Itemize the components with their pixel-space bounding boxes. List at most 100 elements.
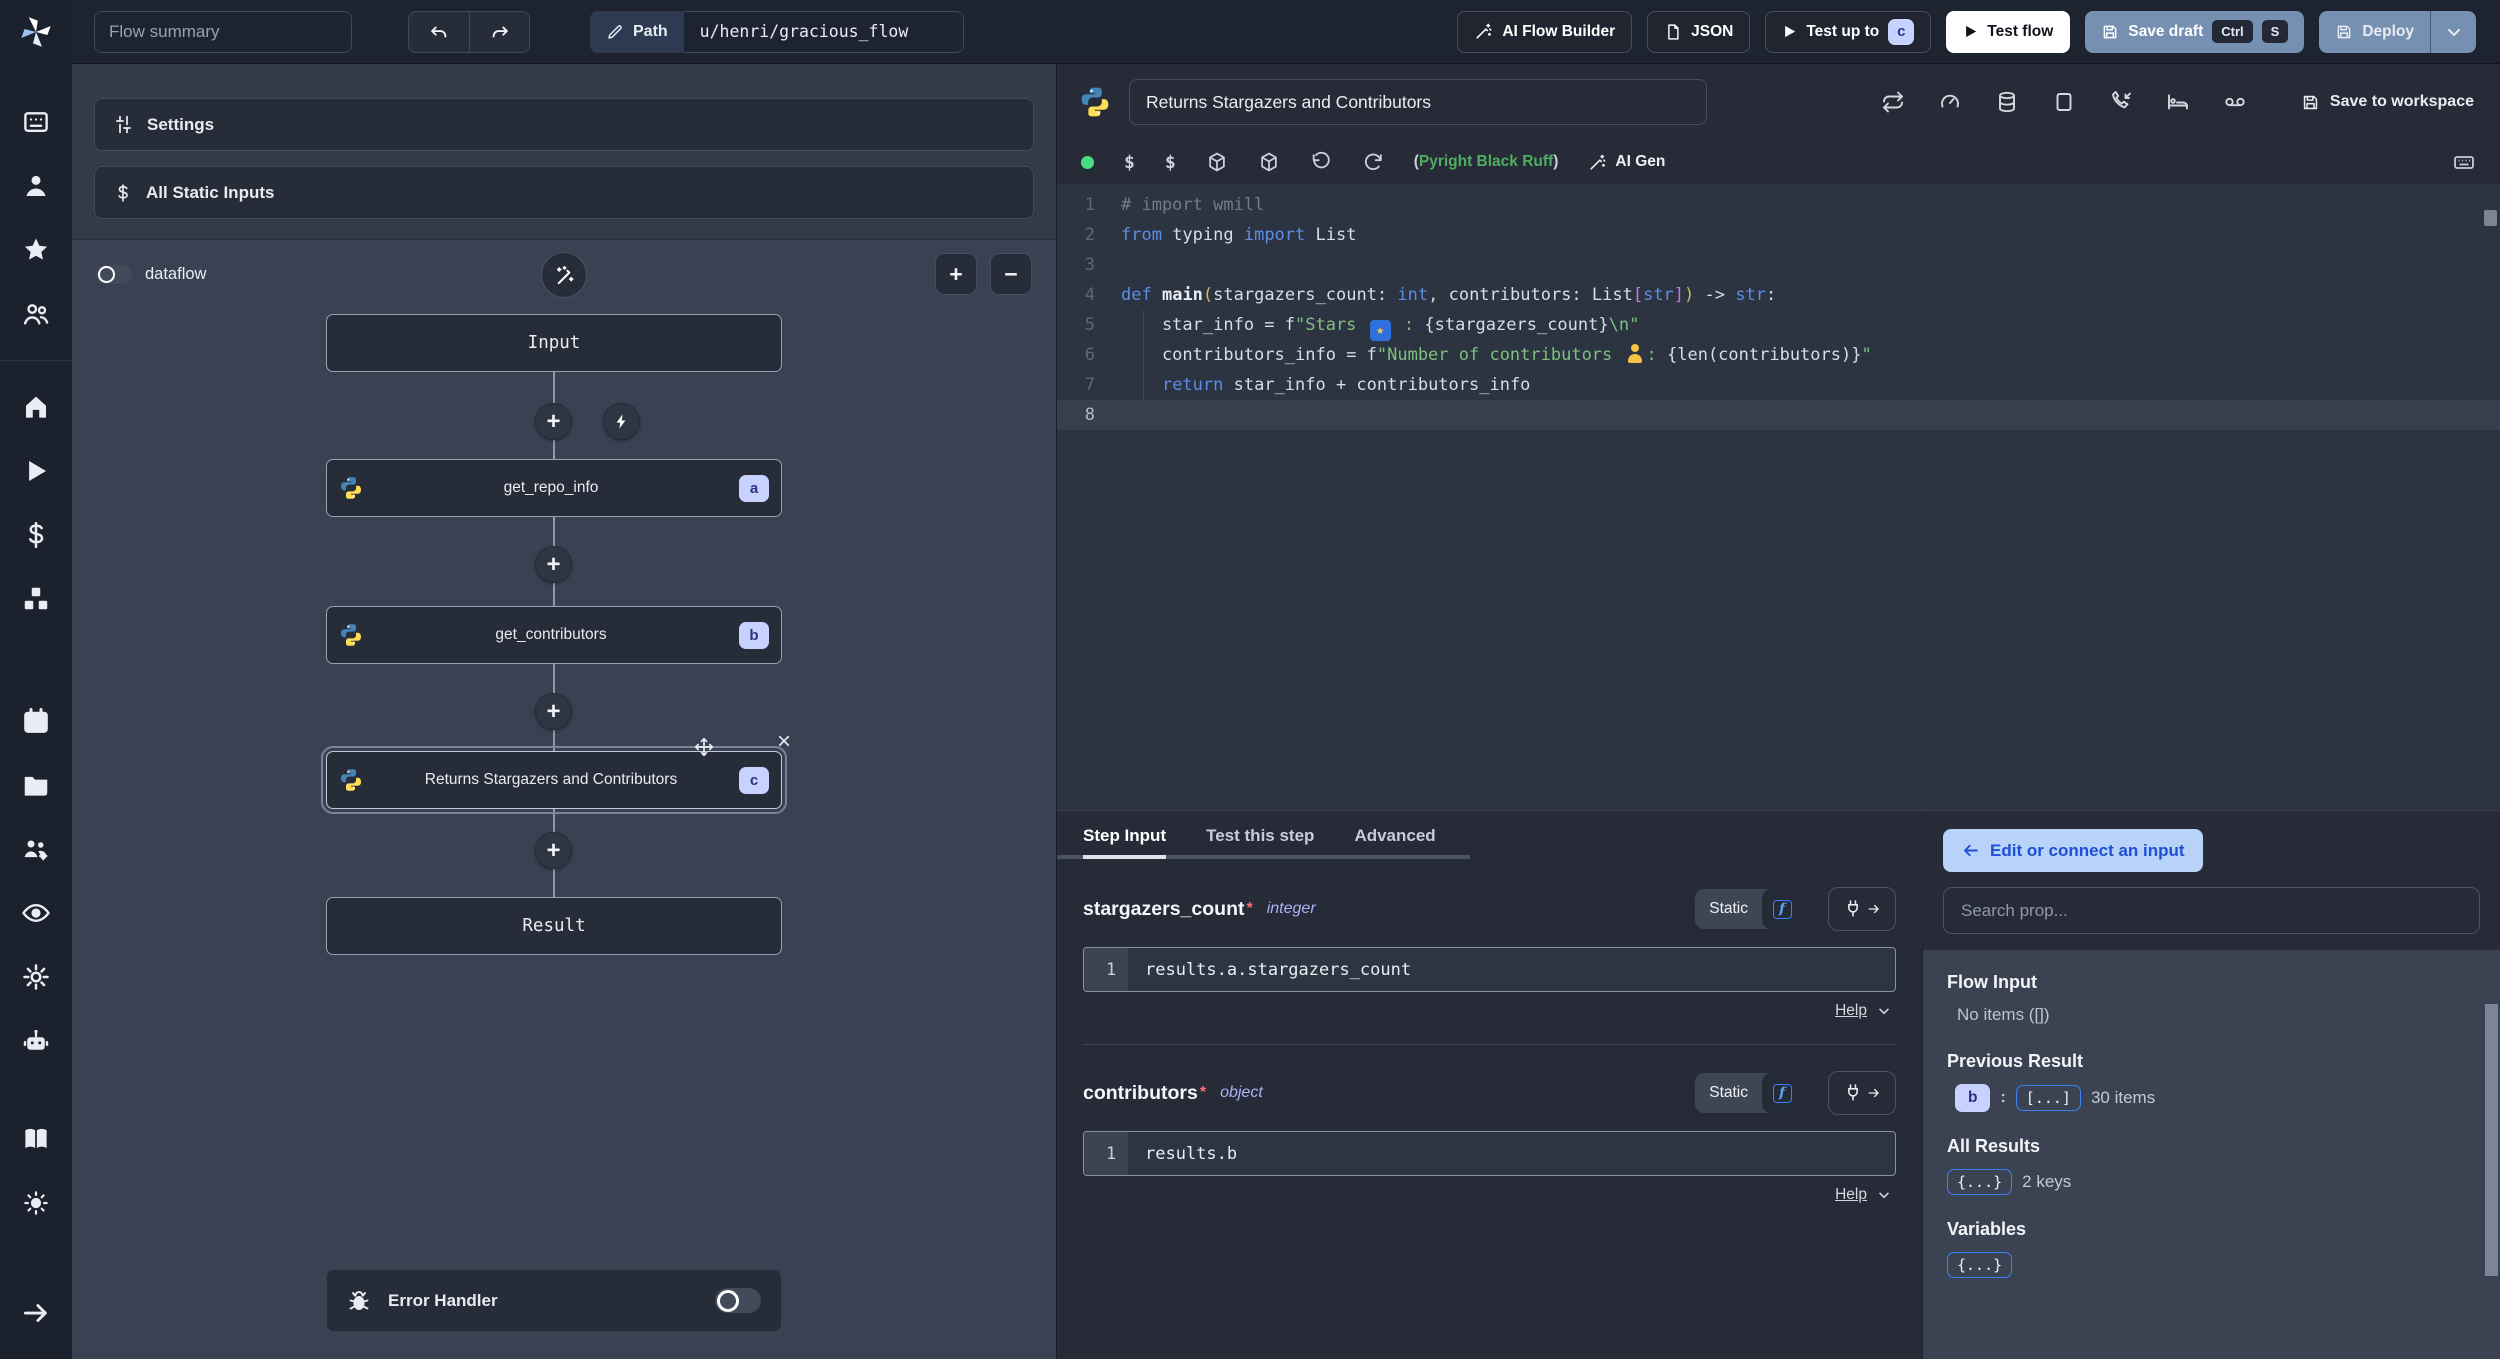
all-results-row: {...} 2 keys [1947, 1169, 2476, 1195]
path-label[interactable]: Path [590, 10, 684, 53]
collapsed-object-badge[interactable]: {...} [1947, 1252, 2013, 1278]
deploy-more-button[interactable] [2430, 10, 2476, 53]
settings-gear-icon[interactable] [21, 962, 51, 992]
help-link[interactable]: Help [1835, 1186, 1867, 1204]
step-title-input[interactable] [1129, 79, 1707, 125]
package-box-icon[interactable] [1258, 151, 1280, 173]
save-draft-button[interactable]: Save draft Ctrl S [2085, 10, 2305, 53]
groups-icon[interactable] [21, 299, 51, 329]
home-icon[interactable] [21, 392, 51, 422]
trigger-bolt-button[interactable] [603, 403, 640, 440]
retry-repeat-icon[interactable] [1881, 90, 1905, 114]
all-static-inputs-button[interactable]: All Static Inputs [94, 166, 1034, 219]
collapsed-object-badge[interactable]: {...} [1947, 1169, 2013, 1195]
dataflow-toggle[interactable] [96, 264, 132, 284]
json-button[interactable]: JSON [1647, 10, 1751, 53]
sleep-bed-icon[interactable] [2166, 90, 2190, 114]
undo-rotate-icon[interactable] [1310, 151, 1332, 173]
chevron-down-icon[interactable] [1876, 1003, 1892, 1019]
search-prop-input[interactable] [1943, 887, 2480, 934]
collapsed-array-badge[interactable]: [...] [2015, 1085, 2081, 1111]
static-expr-toggle[interactable]: Static f [1695, 889, 1802, 929]
keyboard-shortcuts-icon[interactable] [2452, 150, 2476, 174]
path-value[interactable]: u/henri/gracious_flow [683, 10, 964, 53]
flow-settings-button[interactable]: Settings [94, 98, 1034, 151]
flow-graph-canvas[interactable]: dataflow + − Input + get_repo_info a + g… [72, 240, 1056, 1359]
ai-wand-button[interactable] [541, 252, 587, 298]
expr-editor-stargazers[interactable]: 1 results.a.stargazers_count [1083, 947, 1896, 992]
picker-scrollbar-thumb[interactable] [2485, 1004, 2498, 1276]
expr-editor-contributors[interactable]: 1 results.b [1083, 1131, 1896, 1176]
edit-or-connect-button[interactable]: Edit or connect an input [1943, 829, 2203, 872]
resources-cubes-icon[interactable] [21, 584, 51, 614]
code-lines: 1 # import wmill 2 from typing import List 3… [1057, 190, 2500, 430]
tab-advanced[interactable]: Advanced [1354, 811, 1435, 859]
variables-dollar-icon[interactable] [21, 520, 51, 550]
package-box-icon[interactable] [1206, 151, 1228, 173]
user-icon[interactable] [21, 171, 51, 201]
step-node-c-selected[interactable]: Returns Stargazers and Contributors c × [321, 730, 791, 814]
param-type: object [1220, 1084, 1263, 1101]
zoom-out-button[interactable]: − [990, 253, 1032, 295]
suspend-phone-incoming-icon[interactable] [2109, 90, 2133, 114]
step-node-a[interactable]: get_repo_info a [326, 459, 782, 517]
expand-sidebar-arrow-icon[interactable] [21, 1298, 51, 1328]
gauge-icon[interactable] [1938, 90, 1962, 114]
save-to-workspace-button[interactable]: Save to workspace [2301, 93, 2474, 112]
theme-sun-icon[interactable] [21, 1188, 51, 1218]
test-up-to-button[interactable]: Test up to c [1765, 10, 1932, 53]
mock-voicemail-icon[interactable] [2223, 90, 2247, 114]
connect-input-plug-button[interactable] [1828, 887, 1896, 931]
step-node-b[interactable]: get_contributors b [326, 606, 782, 664]
error-handler-node[interactable]: Error Handler [326, 1269, 782, 1332]
add-step-button[interactable]: + [535, 403, 572, 440]
schedules-calendar-icon[interactable] [21, 706, 51, 736]
add-step-button[interactable]: + [535, 832, 572, 869]
ai-robot-icon[interactable] [21, 1026, 51, 1056]
move-node-handle[interactable] [693, 736, 715, 758]
undo-button[interactable] [409, 12, 469, 52]
tab-step-input[interactable]: Step Input [1083, 811, 1167, 859]
add-step-button[interactable]: + [535, 546, 572, 583]
help-link[interactable]: Help [1835, 1002, 1867, 1020]
docs-book-icon[interactable] [21, 1124, 51, 1154]
prop-picker-panel: Edit or connect an input Flow Input No i… [1922, 811, 2500, 1359]
redo-button[interactable] [469, 11, 529, 52]
refresh-icon[interactable] [1362, 151, 1384, 173]
result-node[interactable]: Result [326, 897, 782, 955]
zoom-in-button[interactable]: + [935, 253, 977, 295]
workers-icon[interactable] [21, 834, 51, 864]
result-key-b[interactable]: b [1955, 1084, 1991, 1112]
flow-summary-input[interactable] [94, 10, 352, 53]
audit-eye-icon[interactable] [21, 898, 51, 928]
test-flow-button[interactable]: Test flow [1946, 10, 2071, 53]
resource-picker-button[interactable]: $ [1165, 152, 1176, 173]
bug-icon [349, 1290, 369, 1310]
code-toolbar: $ $ (Pyright Black Ruff) AI Gen [1057, 140, 2500, 184]
favorites-star-icon[interactable] [21, 235, 51, 265]
deploy-button[interactable]: Deploy [2319, 11, 2430, 53]
delete-node-button[interactable]: × [777, 730, 791, 754]
error-handler-toggle[interactable] [715, 1288, 761, 1313]
cache-database-icon[interactable] [1995, 90, 2019, 114]
windmill-logo[interactable] [18, 14, 54, 50]
flow-input-title: Flow Input [1947, 972, 2037, 992]
ai-flow-builder-button[interactable]: AI Flow Builder [1457, 10, 1633, 53]
tab-test-this-step[interactable]: Test this step [1206, 811, 1314, 859]
chevron-down-icon[interactable] [1876, 1187, 1892, 1203]
code-editor[interactable]: 1 # import wmill 2 from typing import List 3… [1057, 184, 2500, 810]
runs-play-icon[interactable] [21, 456, 51, 486]
workspace-icon[interactable] [21, 107, 51, 137]
graph-zoom-controls: + − [935, 253, 1032, 295]
folders-icon[interactable] [21, 770, 51, 800]
undo-redo-group [408, 10, 530, 53]
input-node[interactable]: Input [326, 314, 782, 372]
add-step-button[interactable]: + [535, 693, 572, 730]
ai-gen-button[interactable]: AI Gen [1588, 153, 1665, 172]
editor-scrollbar-thumb[interactable] [2484, 210, 2497, 226]
static-expr-toggle[interactable]: Static f [1695, 1073, 1802, 1113]
step-settings-icons [1881, 90, 2247, 114]
variable-picker-button[interactable]: $ [1124, 152, 1135, 173]
connect-input-plug-button[interactable] [1828, 1071, 1896, 1115]
stop-square-icon[interactable] [2052, 90, 2076, 114]
